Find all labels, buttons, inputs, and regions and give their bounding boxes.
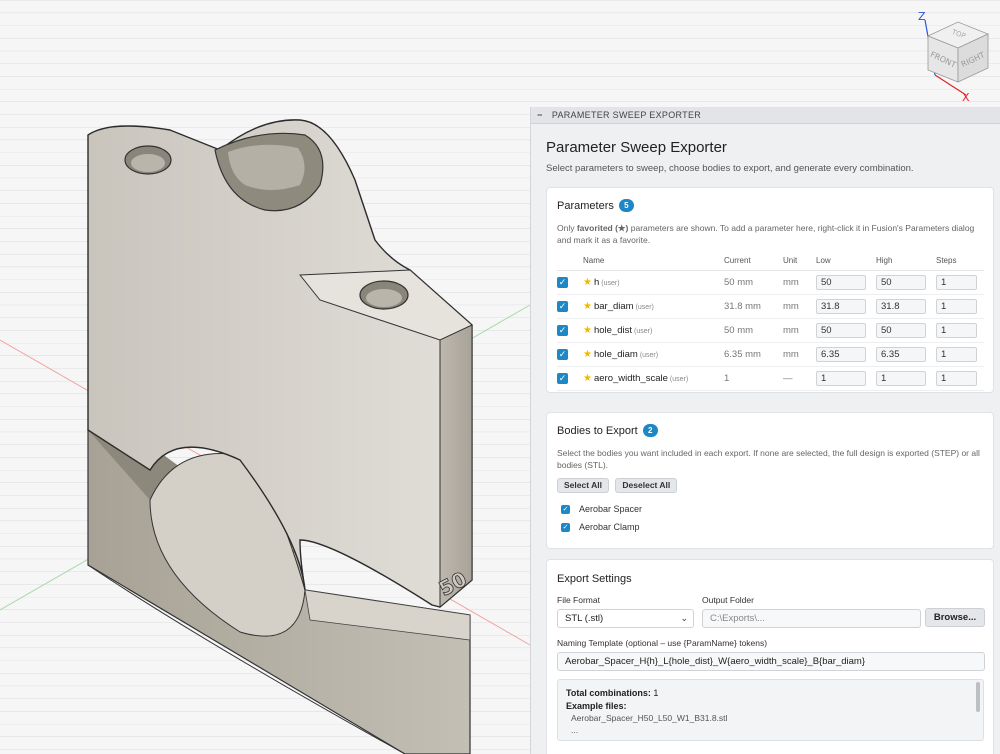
low-input[interactable]: 1 — [816, 370, 866, 386]
page-subtitle: Select parameters to sweep, choose bodie… — [546, 163, 914, 174]
steps-input[interactable]: 1 — [936, 274, 977, 290]
table-row: ✓ ★ hole_diam (user) 6.35 mm mm 6.35 6.35 … — [557, 342, 984, 367]
body-item-aerobar-spacer[interactable]: ✓ Aerobar Spacer — [561, 500, 642, 518]
parameters-note: Only favorited (★) parameters are shown.… — [557, 223, 975, 245]
table-row: ✓ ★ bar_diam (user) 31.8 mm mm 31.8 31.8 1 — [557, 294, 984, 319]
combinations-summary: Total combinations: 1 Example files: Aer… — [557, 679, 984, 741]
steps-input[interactable]: 1 — [936, 322, 977, 338]
naming-template-input[interactable]: Aerobar_Spacer_H{h}_L{hole_dist}_W{aero_… — [557, 652, 985, 671]
body-checkbox[interactable]: ✓ — [561, 522, 570, 532]
bodies-desc: Select the bodies you want included in e… — [557, 448, 980, 470]
low-input[interactable]: 50 — [816, 322, 866, 338]
parameter-sweep-panel: − PARAMETER SWEEP EXPORTER Parameter Swe… — [530, 107, 1000, 754]
bodies-card: Bodies to Export 2 Select the bodies you … — [546, 412, 994, 549]
star-icon: ★ — [583, 324, 592, 336]
steps-input[interactable]: 1 — [936, 370, 977, 386]
parameters-heading: Parameters 5 — [557, 199, 634, 212]
panel-header-title: PARAMETER SWEEP EXPORTER — [551, 110, 702, 120]
axis-x-label: X — [962, 91, 970, 104]
chevron-down-icon: ⌄ — [680, 613, 688, 623]
high-input[interactable]: 1 — [876, 370, 926, 386]
col-high: High — [876, 252, 936, 271]
star-icon: ★ — [583, 276, 592, 288]
high-input[interactable]: 31.8 — [876, 298, 926, 314]
example-file: Aerobar_Spacer_H50_L50_W1_B31.8.stl — [571, 713, 728, 723]
parameters-card: Parameters 5 Only favorited (★) parameter… — [546, 187, 994, 393]
body-item-aerobar-clamp[interactable]: ✓ Aerobar Clamp — [561, 518, 642, 536]
summary-scrollbar[interactable] — [976, 682, 980, 712]
param-checkbox[interactable]: ✓ — [557, 300, 568, 312]
file-format-select[interactable]: STL (.stl) ⌄ — [557, 609, 694, 628]
axis-z-label: Z — [918, 10, 926, 23]
body-checkbox[interactable]: ✓ — [561, 504, 570, 514]
table-row: ✓ ★ hole_dist (user) 50 mm mm 50 50 1 — [557, 318, 984, 343]
page-title: Parameter Sweep Exporter — [546, 139, 727, 156]
high-input[interactable]: 50 — [876, 274, 926, 290]
param-checkbox[interactable]: ✓ — [557, 324, 568, 336]
output-folder-input[interactable]: C:\Exports\... — [702, 609, 921, 628]
select-all-button[interactable]: Select All — [557, 478, 609, 493]
col-name: Name — [583, 252, 724, 271]
steps-input[interactable]: 1 — [936, 298, 977, 314]
browse-button[interactable]: Browse... — [925, 608, 985, 627]
panel-header: − PARAMETER SWEEP EXPORTER — [531, 107, 1000, 124]
col-unit: Unit — [783, 252, 816, 271]
star-icon: ★ — [583, 372, 592, 384]
parameters-table: Name Current Unit Low High Steps ✓ ★ h (us… — [557, 252, 984, 391]
low-input[interactable]: 31.8 — [816, 298, 866, 314]
bodies-count-badge: 2 — [642, 424, 658, 437]
naming-template-label: Naming Template (optional – use {ParamNa… — [557, 638, 768, 648]
export-settings-card: Export Settings File Format STL (.stl) ⌄… — [546, 559, 994, 754]
bodies-heading: Bodies to Export 2 — [557, 424, 658, 437]
star-icon: ★ — [583, 300, 592, 312]
low-input[interactable]: 6.35 — [816, 346, 866, 362]
param-checkbox[interactable]: ✓ — [557, 276, 568, 288]
table-row: ✓ ★ h (user) 50 mm mm 50 50 1 — [557, 270, 984, 295]
col-steps: Steps — [936, 252, 984, 271]
col-current: Current — [724, 252, 783, 271]
param-checkbox[interactable]: ✓ — [557, 372, 568, 384]
deselect-all-button[interactable]: Deselect All — [615, 478, 678, 493]
collapse-icon[interactable]: − — [537, 107, 545, 124]
export-heading: Export Settings — [557, 573, 632, 585]
low-input[interactable]: 50 — [816, 274, 866, 290]
file-format-label: File Format — [557, 595, 600, 605]
high-input[interactable]: 6.35 — [876, 346, 926, 362]
high-input[interactable]: 50 — [876, 322, 926, 338]
steps-input[interactable]: 1 — [936, 346, 977, 362]
output-folder-label: Output Folder — [702, 595, 754, 605]
star-icon: ★ — [583, 348, 592, 360]
col-low: Low — [816, 252, 876, 271]
table-row: ✓ ★ aero_width_scale (user) 1 — 1 1 1 — [557, 366, 984, 391]
param-checkbox[interactable]: ✓ — [557, 348, 568, 360]
parameters-count-badge: 5 — [618, 199, 634, 212]
